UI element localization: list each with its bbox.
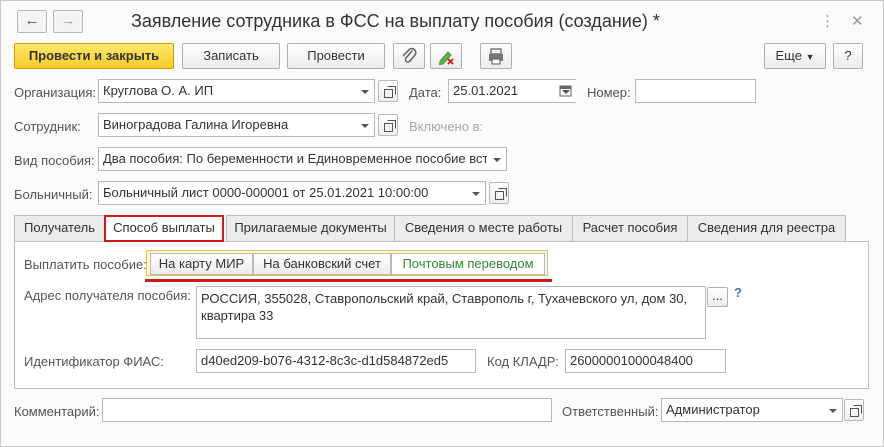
responsible-field[interactable]: Администратор [661, 398, 824, 422]
option-bank-account[interactable]: На банковский счет [253, 253, 391, 275]
organization-label: Организация: [14, 85, 97, 100]
kladr-label: Код КЛАДР: [487, 354, 559, 369]
pay-benefit-label: Выплатить пособие: [24, 257, 147, 272]
print-button[interactable] [480, 43, 512, 69]
address-label: Адрес получателя пособия: [24, 288, 191, 303]
attachment-button[interactable] [393, 43, 425, 69]
number-label: Номер: [587, 85, 631, 100]
benefit-type-field[interactable]: Два пособия: По беременности и Единоврем… [98, 147, 488, 171]
employee-open-button[interactable] [378, 114, 398, 136]
option-mir-card[interactable]: На карту МИР [150, 253, 253, 275]
responsible-dropdown[interactable] [823, 398, 843, 422]
number-field[interactable] [635, 79, 756, 103]
date-field[interactable]: 25.01.2021 [448, 79, 558, 103]
save-button[interactable]: Записать [182, 43, 280, 69]
tab-payment-method[interactable]: Способ выплаты [104, 215, 224, 242]
address-select-button[interactable]: ... [707, 287, 728, 307]
responsible-open-button[interactable] [844, 399, 864, 421]
organization-field[interactable]: Круглова О. А. ИП [98, 79, 356, 103]
address-field[interactable]: РОССИЯ, 355028, Ставропольский край, Ста… [196, 286, 706, 339]
back-button[interactable]: ← [17, 10, 47, 33]
benefit-type-dropdown[interactable] [487, 147, 507, 171]
benefit-type-label: Вид пособия: [14, 153, 95, 168]
employee-dropdown[interactable] [355, 113, 375, 137]
help-button[interactable]: ? [833, 43, 863, 69]
more-actions-icon[interactable]: ⋮ [820, 12, 835, 30]
address-help-icon[interactable]: ? [734, 285, 742, 300]
fias-field[interactable]: d40ed209-b076-4312-8c3c-d1d584872ed5 [196, 349, 476, 373]
post-button[interactable]: Провести [287, 43, 385, 69]
window-title: Заявление сотрудника в ФСС на выплату по… [131, 11, 660, 31]
edit-movements-button[interactable] [430, 43, 462, 69]
sick-leave-field[interactable]: Больничный лист 0000-000001 от 25.01.202… [98, 181, 467, 205]
kladr-field[interactable]: 26000001000048400 [565, 349, 726, 373]
organization-open-button[interactable] [378, 80, 398, 102]
tab-workplace-info[interactable]: Сведения о месте работы [394, 215, 573, 241]
more-label: Еще [775, 48, 802, 63]
edit-pencil-icon [439, 51, 454, 65]
sick-leave-dropdown[interactable] [466, 181, 486, 205]
tab-registry-info[interactable]: Сведения для реестра [687, 215, 846, 241]
paperclip-icon [402, 47, 417, 63]
fias-label: Идентификатор ФИАС: [24, 354, 164, 369]
printer-icon [489, 48, 503, 65]
more-button[interactable]: Еще ▼ [764, 43, 826, 69]
responsible-label: Ответственный: [562, 404, 659, 419]
comment-field[interactable] [102, 398, 552, 422]
organization-dropdown[interactable] [355, 79, 375, 103]
close-icon[interactable]: ✕ [851, 12, 864, 30]
sick-leave-label: Больничный: [14, 187, 93, 202]
highlight-underline [145, 279, 552, 282]
arrow-right-icon: → [60, 12, 76, 29]
included-in-label: Включено в: [409, 119, 484, 134]
address-line-1: РОССИЯ, 355028, Ставропольский край, Ста… [201, 291, 688, 306]
arrow-left-icon: ← [24, 12, 40, 29]
employee-field[interactable]: Виноградова Галина Игоревна [98, 113, 356, 137]
address-line-2: квартира 33 [201, 308, 274, 323]
calendar-button[interactable] [556, 79, 576, 103]
comment-label: Комментарий: [14, 404, 100, 419]
dropdown-arrow-icon: ▼ [805, 52, 815, 62]
tab-attached-documents[interactable]: Прилагаемые документы [226, 215, 395, 241]
tab-benefit-calculation[interactable]: Расчет пособия [572, 215, 688, 241]
employee-label: Сотрудник: [14, 119, 81, 134]
option-postal-transfer[interactable]: Почтовым переводом [391, 253, 545, 275]
post-and-close-button[interactable]: Провести и закрыть [14, 43, 174, 69]
tab-recipient[interactable]: Получатель [14, 215, 105, 241]
calendar-icon [556, 80, 576, 102]
forward-button[interactable]: → [53, 10, 83, 33]
sick-leave-open-button[interactable] [489, 182, 509, 204]
date-label: Дата: [409, 85, 442, 100]
